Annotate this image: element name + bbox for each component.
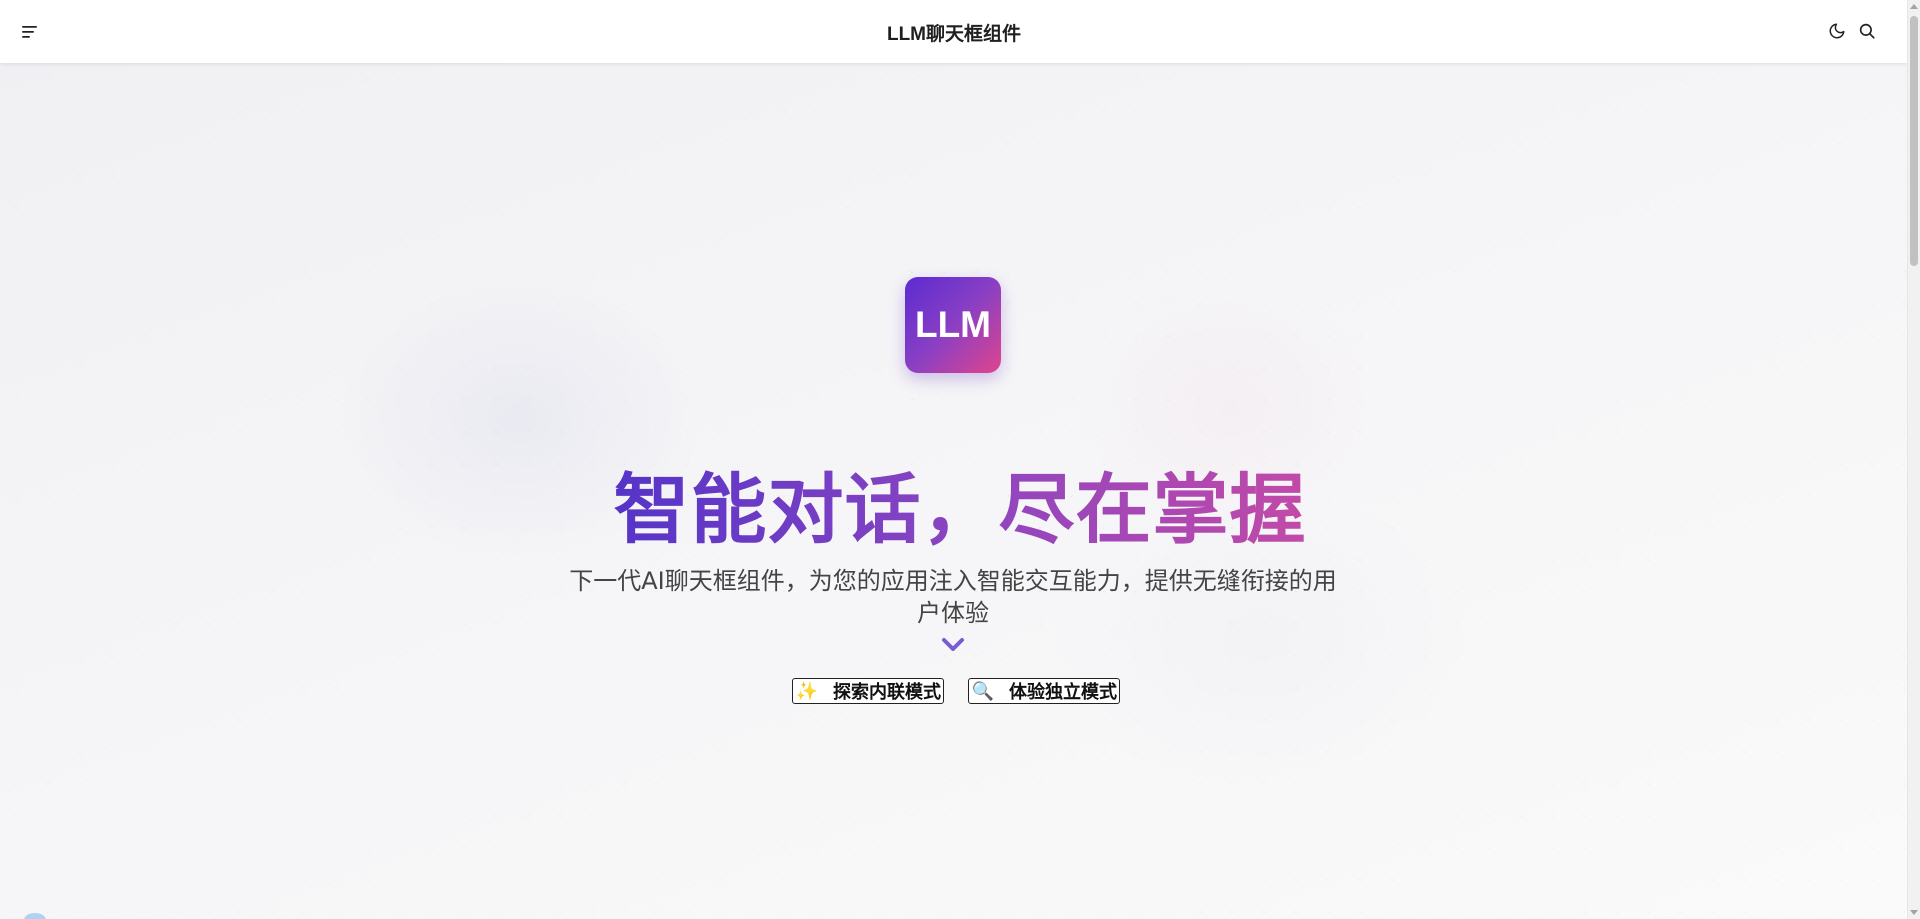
llm-logo: LLM [905, 277, 1001, 373]
sparkles-icon: ✨ [795, 680, 819, 702]
hero-headline: 智能对话，尽在掌握 [0, 466, 1920, 554]
try-standalone-mode-label: 体验独立模式 [1009, 682, 1117, 703]
moon-icon [1829, 23, 1845, 39]
page-scrollbar[interactable] [1907, 0, 1920, 919]
header-actions [1826, 20, 1878, 42]
scroll-down-arrow-icon[interactable] [1910, 910, 1918, 915]
search-icon [1859, 23, 1875, 39]
scrollbar-thumb[interactable] [1910, 16, 1918, 266]
app-title: LLM聊天框组件 [886, 24, 1022, 45]
magnifier-icon: 🔍 [971, 680, 995, 702]
explore-inline-mode-button[interactable]: ✨ 探索内联模式 [792, 678, 944, 704]
scroll-up-arrow-icon[interactable] [1910, 4, 1918, 9]
try-standalone-mode-button[interactable]: 🔍 体验独立模式 [968, 678, 1120, 704]
theme-toggle-button[interactable] [1826, 20, 1848, 42]
floating-widget-edge[interactable] [24, 913, 46, 919]
cta-buttons: ✨ 探索内联模式 🔍 体验独立模式 [792, 678, 1120, 704]
search-button[interactable] [1856, 20, 1878, 42]
top-bar: LLM聊天框组件 [0, 0, 1908, 63]
hero-headline-text: 智能对话，尽在掌握 [613, 465, 1307, 554]
chevron-down-icon[interactable] [941, 637, 965, 653]
hero-subtitle: 下一代AI聊天框组件，为您的应用注入智能交互能力，提供无缝衔接的用户体验 [569, 567, 1337, 627]
explore-inline-mode-label: 探索内联模式 [833, 682, 941, 703]
app-root: LLM聊天框组件 LLM 智能对话，尽在掌握 下一代AI聊天框组件，为您的应用注… [0, 0, 1920, 919]
